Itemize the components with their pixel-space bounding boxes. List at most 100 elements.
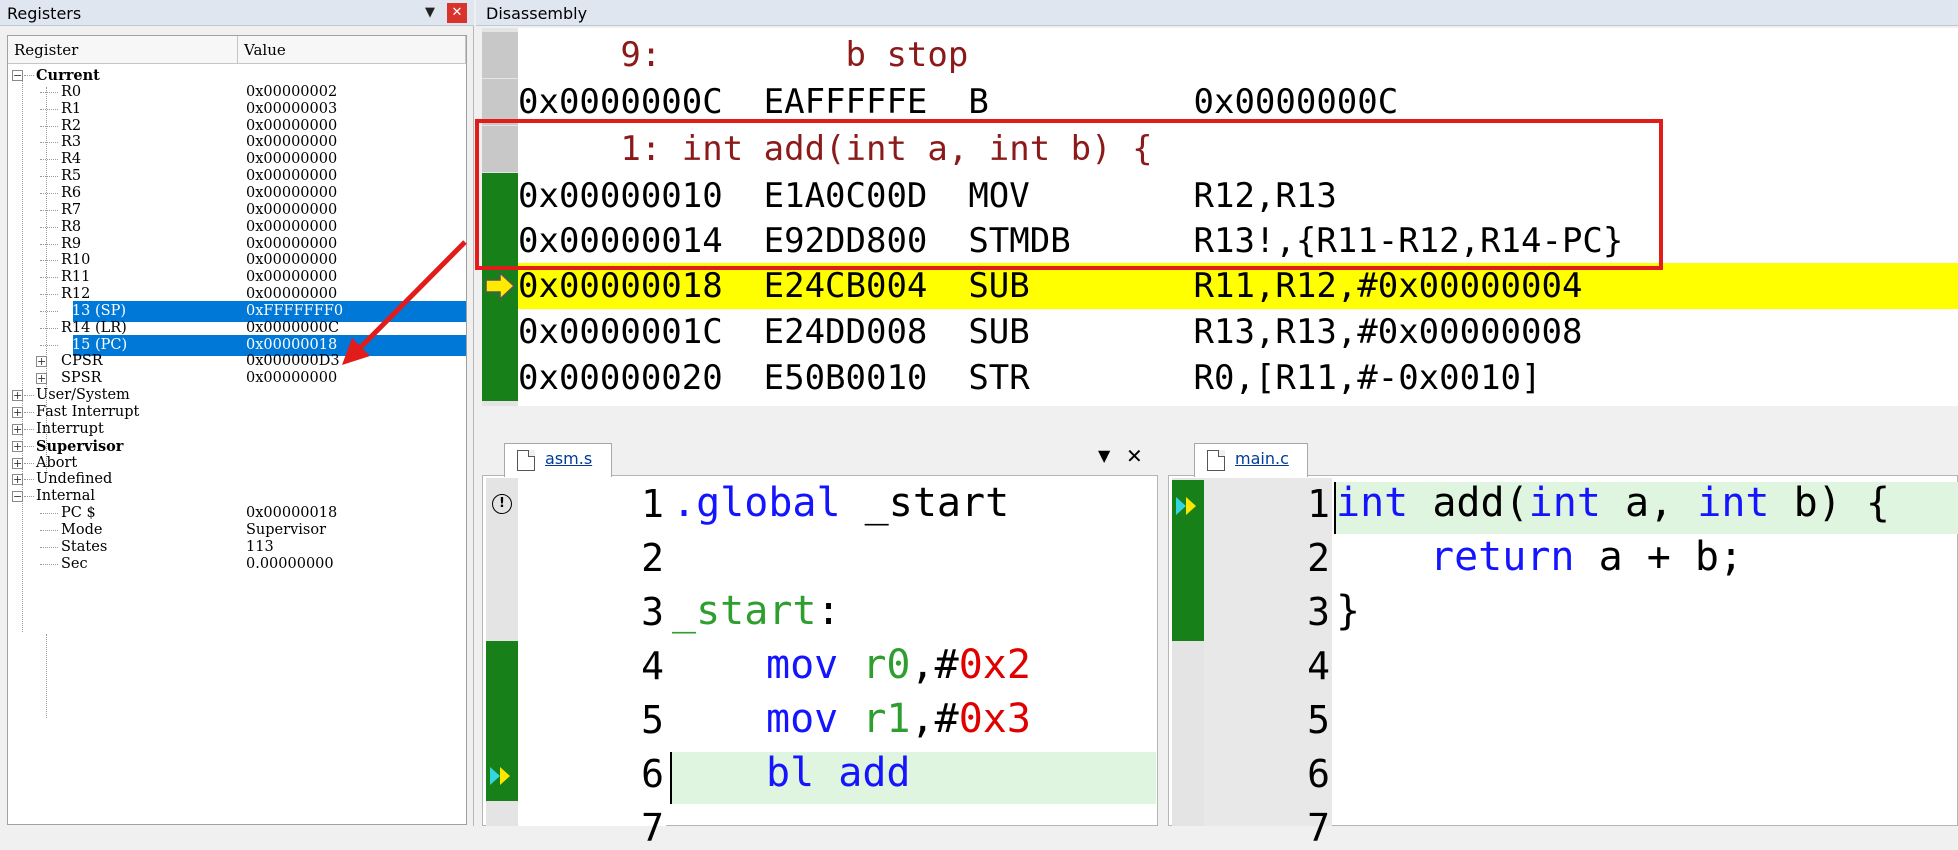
tab-main[interactable]: main.c — [1194, 443, 1308, 477]
number-token: 0x2 — [958, 642, 1031, 688]
line-number: 1 — [641, 482, 664, 526]
disassembly-instruction-line[interactable]: 0x0000001C E24DD008 SUB R13,R13,#0x00000… — [518, 309, 1958, 355]
current-line-highlight — [670, 752, 1156, 804]
code-line-1[interactable]: .global _start — [672, 480, 1009, 526]
keyword-token: return — [1430, 534, 1575, 580]
symbol-token: _start — [840, 480, 1010, 526]
disassembly-instruction-line[interactable]: 0x00000020 E50B0010 STR R0,[R11,#-0x0010… — [518, 355, 1958, 401]
symbol-token: add — [838, 750, 911, 796]
annotation-arrow — [342, 240, 467, 365]
line-number: 1 — [1307, 482, 1330, 526]
tree-connector — [24, 462, 34, 464]
pin-icon[interactable]: ▼ — [420, 3, 440, 23]
expand-icon[interactable]: + — [12, 457, 23, 469]
column-header-value[interactable]: Value — [238, 36, 466, 64]
tree-connector — [40, 243, 58, 245]
tree-connector — [40, 563, 58, 565]
code-line-3[interactable]: _start: — [672, 588, 841, 634]
expand-icon[interactable]: + — [12, 423, 23, 435]
register-token: r1 — [862, 696, 911, 742]
tree-connector — [40, 226, 58, 228]
tree-connector — [40, 192, 58, 194]
close-icon[interactable]: ✕ — [1126, 444, 1146, 468]
disassembly-scrollbar[interactable] — [482, 406, 1958, 432]
tree-connector — [40, 260, 58, 262]
expand-icon[interactable]: + — [36, 356, 47, 368]
tree-connector — [24, 412, 34, 413]
brace-token: } — [1336, 588, 1361, 634]
register-tree: Register Value − Current R0 0x00000002 R1 0x0… — [7, 35, 467, 825]
line-number: 5 — [1307, 698, 1330, 742]
tree-connector — [40, 125, 58, 127]
tree-connector — [24, 428, 34, 430]
file-icon — [1207, 450, 1225, 471]
tree-connector — [40, 277, 58, 279]
directive-token: .global — [672, 480, 841, 526]
register-row[interactable]: Sec 0.00000000 — [8, 554, 466, 575]
register-token: r0 — [862, 642, 911, 688]
line-number: 2 — [1307, 536, 1330, 580]
instruction-token: mov — [766, 696, 839, 742]
tree-connector — [40, 327, 58, 329]
code-line-5[interactable]: mov r1,#0x3 — [766, 696, 1031, 742]
column-header-register-label: Register — [14, 41, 79, 59]
tab-asm[interactable]: asm.s — [504, 443, 612, 477]
tree-connector — [24, 75, 34, 76]
disassembly-title-label: Disassembly — [486, 4, 588, 23]
annotation-box — [475, 119, 1663, 270]
executed-line-marker — [482, 355, 518, 401]
line-number: 4 — [1307, 644, 1330, 688]
identifier-token: b) { — [1769, 480, 1890, 526]
expand-icon[interactable]: + — [36, 373, 47, 385]
collapse-icon[interactable]: − — [12, 70, 23, 81]
register-value[interactable]: 0.00000000 — [246, 554, 334, 575]
tab-asm-label: asm.s — [545, 449, 593, 468]
tree-connector — [40, 91, 58, 93]
tree-connector — [24, 479, 34, 481]
registers-title-label: Registers — [7, 4, 82, 23]
code-line-3[interactable]: } — [1336, 588, 1360, 634]
registers-title: Registers — [0, 0, 474, 26]
chevron-down-icon[interactable]: ▼ — [1098, 446, 1118, 470]
expand-icon[interactable]: + — [12, 390, 23, 402]
tree-connector — [40, 513, 58, 515]
operand-separator: ,# — [910, 642, 959, 688]
keyword-token: int — [1697, 480, 1770, 526]
line-number: 4 — [641, 644, 664, 688]
line-number: 5 — [641, 698, 664, 742]
code-line-4[interactable]: mov r0,#0x2 — [766, 642, 1031, 688]
line-number: 6 — [1307, 752, 1330, 796]
gutter-cell — [482, 32, 518, 78]
operand-separator: ,# — [910, 696, 959, 742]
tree-connector — [40, 108, 58, 110]
tree-connector — [40, 529, 58, 531]
code-line-1[interactable]: int add(int a, int b) { — [1336, 480, 1890, 526]
colon-token: : — [816, 588, 841, 634]
line-number: 6 — [641, 752, 664, 796]
tree-connector — [40, 159, 58, 161]
expand-icon[interactable]: + — [12, 440, 23, 452]
line-number: 3 — [641, 590, 664, 634]
tree-connector — [40, 209, 58, 211]
tree-connector — [40, 310, 58, 312]
collapse-icon[interactable]: − — [12, 491, 23, 503]
disassembly-source-line[interactable]: 9: b stop — [518, 32, 1958, 78]
code-line-2[interactable]: return a + b; — [1430, 534, 1743, 580]
column-header-register[interactable]: Register — [8, 36, 238, 64]
expand-icon[interactable]: + — [12, 407, 23, 418]
execution-arrow-icon — [485, 271, 516, 301]
line-number: 7 — [641, 806, 664, 850]
expand-icon[interactable]: + — [12, 474, 23, 486]
code-line-6[interactable]: bl add — [766, 750, 911, 796]
current-line-marker-icon — [1176, 497, 1196, 515]
register-name: Sec — [61, 555, 88, 572]
line-number: 3 — [1307, 590, 1330, 634]
executed-line-marker — [482, 309, 518, 355]
file-icon — [517, 450, 535, 471]
column-header-value-label: Value — [244, 41, 286, 59]
keyword-token: int — [1336, 480, 1409, 526]
tree-connector — [40, 294, 58, 296]
close-icon[interactable]: ✕ — [447, 3, 467, 23]
tree-connector — [24, 395, 34, 397]
tree-connector — [24, 445, 34, 447]
